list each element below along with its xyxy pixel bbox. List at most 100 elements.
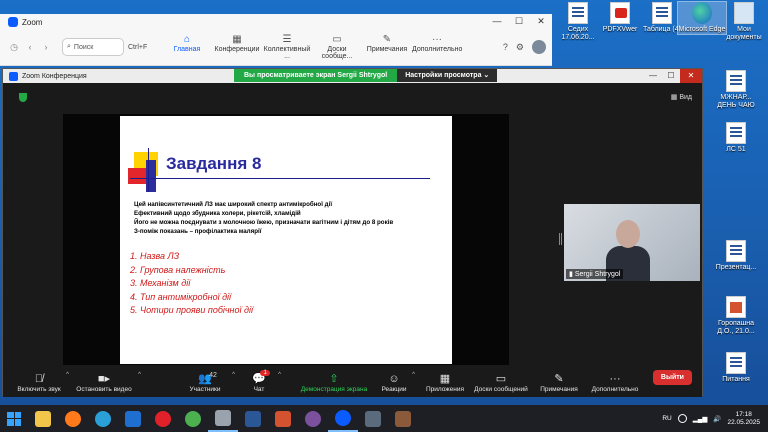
video-camera-icon: ■▸	[97, 373, 111, 385]
unmute-button[interactable]: 🎙̸ ^ Включить звук	[13, 372, 69, 393]
start-button[interactable]	[0, 405, 28, 432]
taskbar-app[interactable]	[28, 405, 58, 432]
desktop-icon-label: Горопашна Д.О., 21.0...	[717, 320, 755, 335]
pdf-file-icon	[610, 2, 630, 24]
chevron-up-icon[interactable]: ^	[278, 372, 281, 378]
desktop-icon[interactable]: Презентац...	[712, 240, 760, 272]
taskbar-app[interactable]	[388, 405, 418, 432]
pc-file-icon	[734, 2, 754, 24]
volume-icon[interactable]: 🔊	[713, 415, 721, 423]
taskbar-app[interactable]	[238, 405, 268, 432]
history-icon[interactable]: ◷	[6, 42, 22, 53]
desktop-icon[interactable]: Microsoft Edge	[677, 1, 727, 35]
stop-video-button[interactable]: ■▸ ^ Остановить видео	[71, 372, 141, 393]
help-icon[interactable]: ?	[503, 42, 508, 52]
powerpoint-icon	[275, 410, 291, 427]
desktop-icon[interactable]: Седих 17.06.20...	[554, 2, 602, 42]
avatar[interactable]	[532, 40, 546, 54]
leave-button[interactable]: Выйти	[652, 370, 692, 385]
share-screen-button[interactable]: ⇧ Демонстрация экрана	[297, 372, 371, 393]
taskbar-app[interactable]	[268, 405, 298, 432]
tab-more[interactable]: ··· Дополнительно	[412, 34, 462, 60]
more-button[interactable]: ··· Дополнительно	[587, 372, 643, 393]
tab-whiteboard[interactable]: ▭ Доски сообще...	[312, 34, 362, 60]
whiteboards-button[interactable]: ▭ Доски сообщений	[471, 372, 531, 393]
reaction-icon: ☺	[388, 373, 400, 385]
doc-file-icon	[726, 352, 746, 374]
network-icon[interactable]: ▂▄▆	[693, 415, 708, 423]
desktop-icon-label: PDFXVwer	[602, 26, 638, 33]
back-arrow-icon[interactable]: ‹	[22, 42, 38, 52]
taskbar-app[interactable]	[178, 405, 208, 432]
desktop-icon[interactable]: Питання	[712, 352, 760, 384]
participants-icon: 👥	[198, 373, 212, 385]
chevron-up-icon[interactable]: ^	[232, 372, 235, 378]
tab-label: Главная	[173, 46, 201, 53]
conference-titlebar: Zoom Конференция Вы просматриваете экран…	[3, 69, 702, 83]
panel-resize-handle[interactable]	[559, 233, 562, 245]
participants-button[interactable]: 👥 42 ^ Участники	[179, 372, 235, 393]
notes-icon: ✎	[554, 373, 564, 385]
close-button[interactable]: ✕	[680, 69, 702, 83]
conference-title: Zoom Конференция	[22, 72, 87, 80]
desktop-icon[interactable]: МЖНАР... ДЕНЬ ЧАЮ	[712, 70, 760, 110]
list-item: 1. Назва ЛЗ	[130, 251, 180, 261]
minimize-button[interactable]: —	[644, 69, 662, 83]
taskbar-app[interactable]	[358, 405, 388, 432]
taskbar-app[interactable]	[118, 405, 148, 432]
chevron-up-icon[interactable]: ^	[66, 372, 69, 378]
settings-icon[interactable]: ⚙	[516, 42, 524, 53]
desktop-icon-label: Питання	[722, 376, 750, 383]
desktop-icon-label: ЛС 51	[726, 146, 746, 153]
tab-home[interactable]: ⌂ Главная	[162, 34, 212, 60]
tab-chat[interactable]: ☰ Коллективный ...	[262, 34, 312, 60]
tab-label: Конференции	[214, 46, 260, 53]
slide-description: Цей напівсинтетичний ЛЗ має широкий спек…	[134, 200, 444, 236]
close-button[interactable]: ✕	[530, 14, 552, 28]
view-settings-button[interactable]: Настройки просмотра ⌄	[397, 69, 498, 82]
maximize-button[interactable]: ☐	[508, 14, 530, 28]
minimize-button[interactable]: —	[486, 14, 508, 28]
language-indicator[interactable]: RU	[662, 415, 671, 422]
calendar-icon: ▦	[232, 34, 242, 45]
apps-button[interactable]: ▦ Приложения	[423, 372, 467, 393]
tab-label: Коллективный ...	[263, 46, 311, 60]
chat-icon: 💬	[252, 373, 266, 385]
help-icon[interactable]	[677, 414, 687, 423]
desktop-icon[interactable]: ЛС 51	[712, 122, 760, 154]
notes-button[interactable]: ✎ Примечания	[537, 372, 581, 393]
reactions-button[interactable]: ☺ ^ Реакции	[377, 372, 415, 393]
security-shield-icon[interactable]	[19, 93, 27, 102]
taskbar-app[interactable]	[148, 405, 178, 432]
taskbar-app[interactable]	[88, 405, 118, 432]
desktop-icon[interactable]: Мои документы	[720, 2, 768, 42]
taskbar-app[interactable]	[298, 405, 328, 432]
taskbar-app[interactable]	[208, 405, 238, 432]
search-input[interactable]: ⌕ Поиск	[62, 38, 124, 56]
participant-name: ▮ Sergii Shtrygol	[566, 269, 624, 279]
chevron-up-icon[interactable]: ^	[138, 372, 141, 378]
participants-count: 42	[209, 372, 217, 379]
slide-line: З-поміж показань – профілактика малярії	[134, 228, 262, 235]
desktop-icon[interactable]: PDFXVwer	[596, 2, 644, 34]
chat-icon: ☰	[282, 34, 292, 45]
taskbar-app[interactable]	[328, 405, 358, 432]
maximize-button[interactable]: ☐	[662, 69, 680, 83]
chevron-up-icon[interactable]: ^	[412, 372, 415, 378]
zoom-main-title: Zoom	[22, 17, 43, 27]
settings-icon	[215, 409, 231, 426]
forward-arrow-icon[interactable]: ›	[38, 42, 54, 52]
taskbar-app[interactable]	[58, 405, 88, 432]
chat-button[interactable]: 💬 1 ^ Чат	[241, 370, 281, 393]
tab-calendar[interactable]: ▦ Конференции	[212, 34, 262, 60]
clock[interactable]: 17:18 22.05.2025	[727, 411, 760, 427]
slide-line: Цей напівсинтетичний ЛЗ має широкий спек…	[134, 201, 333, 208]
zoom-main-toolbar: ◷ ‹ › ⌕ Поиск Ctrl+F ⌂ Главная ▦ Конференци…	[0, 30, 552, 64]
date: 22.05.2025	[727, 418, 760, 426]
participant-video[interactable]: ▮ Sergii Shtrygol	[564, 204, 700, 281]
zoom-icon	[335, 409, 351, 426]
view-button[interactable]: ▦ Вид	[671, 93, 692, 101]
share-screen-icon: ⇧	[329, 373, 339, 385]
desktop-icon[interactable]: Горопашна Д.О., 21.0...	[712, 296, 760, 336]
tab-notes[interactable]: ✎ Примечания	[362, 34, 412, 60]
